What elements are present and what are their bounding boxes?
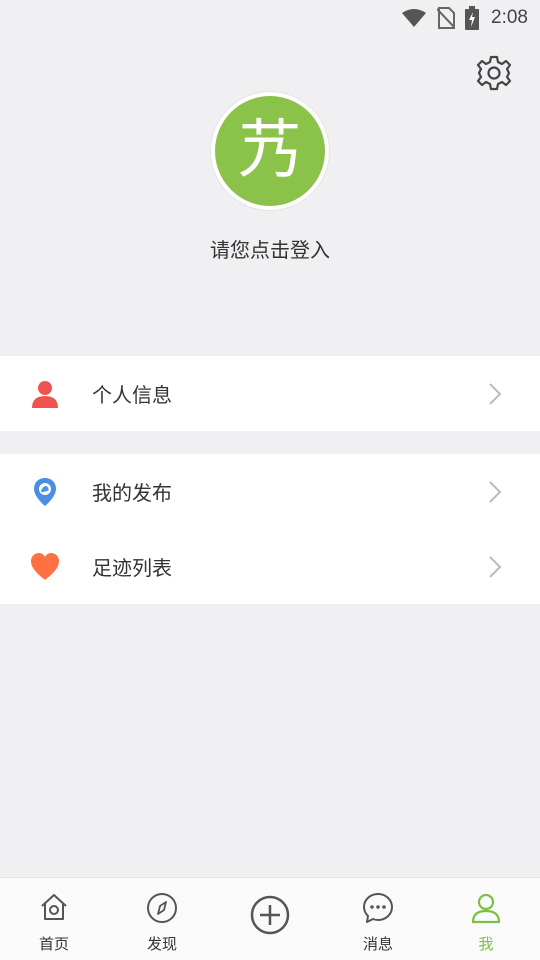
login-prompt[interactable]: 请您点击登入 [0,234,540,263]
menu-item-my-posts[interactable]: 我的发布 [0,454,540,529]
heart-icon [31,552,59,580]
nav-home[interactable]: 首页 [9,878,99,960]
profile-screen: 2:08 艿 请您点击登入 个人信息 我的发布 足迹列表 首页 发现 消息 我 [0,0,540,960]
person-icon [32,380,58,408]
nav-label: 消息 [362,935,393,953]
status-time: 2:08 [491,7,528,28]
chevron-right-icon [489,480,502,503]
user-icon [471,893,501,924]
add-circle-icon [250,895,290,935]
menu-item-label: 足迹列表 [92,556,172,580]
bottom-nav: 首页 发现 消息 我 [0,877,540,960]
status-bar: 2:08 [0,0,540,36]
menu-item-label: 我的发布 [92,481,172,505]
menu-group-account: 个人信息 [0,356,540,431]
nav-label: 我 [478,935,494,953]
settings-button[interactable] [475,54,513,92]
menu-item-label: 个人信息 [92,383,172,407]
menu-group-activity: 我的发布 足迹列表 [0,454,540,604]
chevron-right-icon [489,382,502,405]
home-icon [41,894,67,920]
nav-add[interactable] [225,878,315,960]
menu-item-personal-info[interactable]: 个人信息 [0,356,540,431]
no-sim-icon [437,7,456,29]
nav-label: 首页 [38,935,69,953]
nav-me[interactable]: 我 [441,878,531,960]
avatar-glyph: 艿 [238,114,302,188]
nav-messages[interactable]: 消息 [333,878,423,960]
wifi-icon [402,9,427,27]
nav-label: 发现 [146,935,177,953]
avatar[interactable]: 艿 [211,92,329,210]
menu-item-footprints[interactable]: 足迹列表 [0,529,540,604]
battery-charging-icon [465,6,480,30]
compass-icon [147,893,177,923]
nav-discover[interactable]: 发现 [117,878,207,960]
gear-icon [476,55,512,91]
chat-bubble-icon [363,893,393,923]
location-pin-icon [34,477,56,506]
chevron-right-icon [489,555,502,578]
